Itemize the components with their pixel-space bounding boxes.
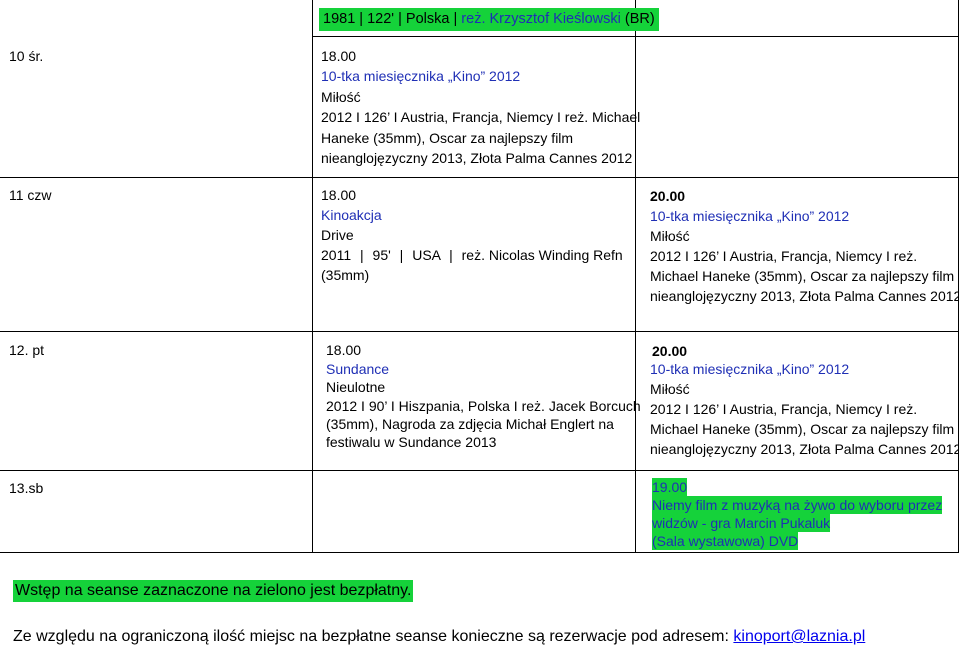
screening-11b-series: 10-tka miesięcznika „Kino” 2012 [650,208,850,224]
screening-12b-series: 10-tka miesięcznika „Kino” 2012 [650,361,850,377]
header-duration: 122' [367,11,395,27]
grid-col-line-2 [635,0,636,552]
reservation-text: Ze względu na ograniczoną ilość miejsc n… [13,628,729,645]
day-label: 10 śr. [9,48,44,64]
free-entry-note: Wstęp na seanse zaznaczone na zielono je… [13,580,414,602]
grid-row-line-1 [0,177,959,178]
header-film-info: 1981 | 122' | Polska | reż. Krzysztof Ki… [319,8,659,31]
screening-12b-title: Miłość [650,381,690,397]
header-separator: | [453,11,458,27]
grid-row-line-2 [0,331,959,332]
screening-11b-time: 20.00 [650,188,686,204]
meta-duration: 95' [372,247,391,263]
screening-11b-info-line: 2012 I 126’ I Austria, Francja, Niemcy I… [650,248,918,264]
day-label: 11 czw [9,187,52,203]
free-event-line: Niemy film z muzyką na żywo do wyboru pr… [652,496,943,514]
screening-11-format: (35mm) [321,267,370,283]
free-event-time: 19.00 [652,478,688,496]
free-event-line: (Sala wystawowa) DVD [652,532,799,550]
reservation-note: Ze względu na ograniczoną ilość miejsc n… [13,627,865,647]
screening-12b-info-line: nieanglojęzyczny 2013, Złota Palma Canne… [650,441,959,457]
grid-row-line-3 [0,470,959,471]
header-separator: | [398,11,402,27]
meta-divider: | [449,247,453,263]
screening-10-time: 18.00 [321,48,357,64]
screening-10-info-line: Haneke (35mm), Oscar za najlepszy film [321,130,574,146]
screening-10-series: 10-tka miesięcznika „Kino” 2012 [321,68,521,84]
email-link[interactable]: kinoport@laznia.pl [733,628,865,645]
screening-12-title: Nieulotne [326,379,386,395]
screening-11b-info-line: Michael Haneke (35mm), Oscar za najlepsz… [650,268,955,284]
grid-col-line-1 [312,0,313,552]
header-format: (BR) [624,11,655,27]
header-country: Polska [405,11,450,27]
screening-12b-info-line: 2012 I 126’ I Austria, Francja, Niemcy I… [650,401,918,417]
screening-12b-info-line: Michael Haneke (35mm), Oscar za najlepsz… [650,421,955,437]
screening-11-time: 18.00 [321,187,357,203]
day-label: 13.sb [9,480,44,496]
screening-11-series: Kinoakcja [321,207,382,223]
screening-11-meta: 2011 | 95' | USA | reż. Nicolas Winding … [321,245,623,266]
screening-10-info-line: nieanglojęzyczny 2013, Złota Palma Canne… [321,150,633,166]
screening-12-time: 18.00 [326,342,362,358]
header-separator: | [359,11,364,27]
screening-11b-info-line: nieanglojęzyczny 2013, Złota Palma Canne… [650,288,959,304]
screening-12-info-line: festiwalu w Sundance 2013 [326,434,497,450]
meta-divider: | [399,247,404,263]
day-label: 12. pt [9,342,45,358]
meta-director: reż. Nicolas Winding Refn [461,247,623,263]
meta-year: 2011 [321,247,352,263]
screening-11b-title: Miłość [650,228,690,244]
meta-country: USA [412,247,441,263]
header-year: 1981 [323,11,356,27]
screening-11-title: Drive [321,227,354,243]
screening-10-title: Miłość [321,89,361,105]
screening-10-info-line: 2012 I 126’ I Austria, Francja, Niemcy I… [321,109,641,125]
grid-row-line-4 [0,552,959,553]
header-director: reż. Krzysztof Kieślowski [461,11,621,27]
meta-divider: | [360,247,364,263]
free-event-line: widzów - gra Marcin Pukaluk [652,514,831,532]
